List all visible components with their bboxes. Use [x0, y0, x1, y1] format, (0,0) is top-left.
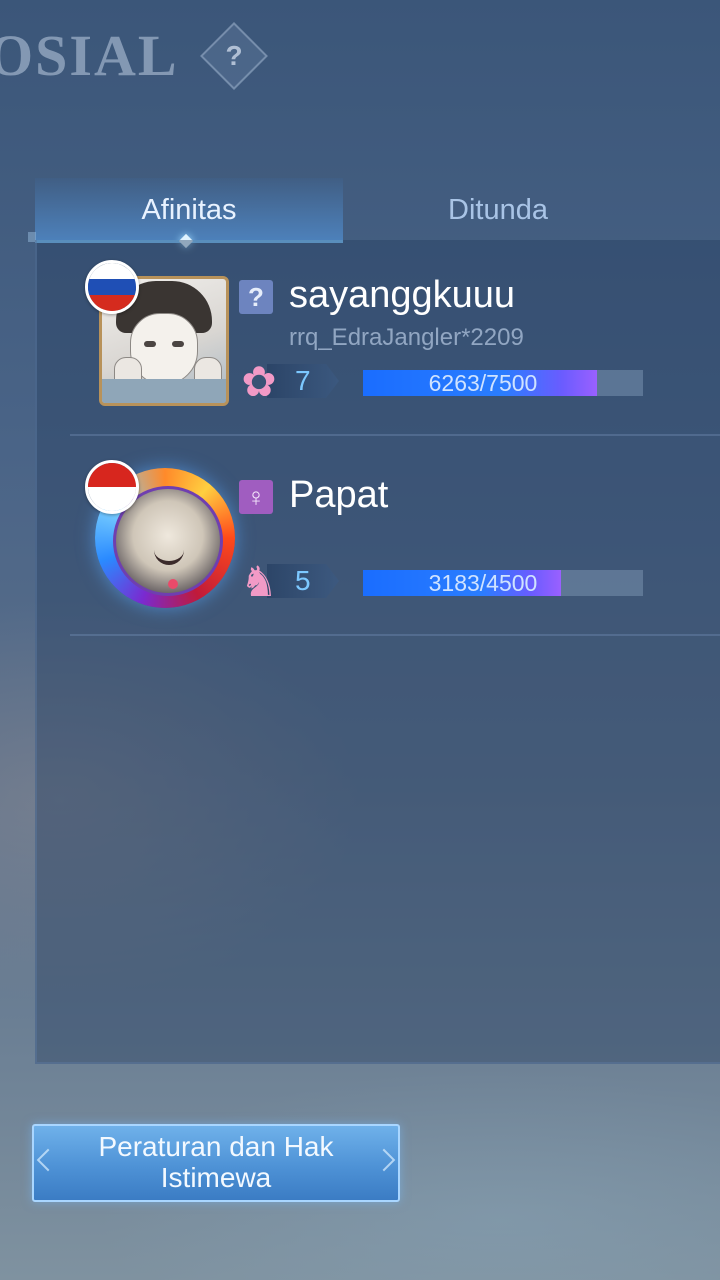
tab-bar: Afinitas Ditunda: [35, 178, 720, 249]
page-title: OSIAL: [0, 23, 179, 88]
rules-and-privileges-button[interactable]: Peraturan dan Hak Istimewa: [32, 1124, 400, 1202]
tab-ditunda[interactable]: Ditunda: [343, 178, 653, 240]
female-icon: ♀: [239, 480, 273, 514]
avatar-eye: [144, 341, 156, 347]
question-icon: ?: [225, 40, 243, 71]
friend-row[interactable]: ♀ Papat 5 ♞ 3183/4500: [37, 440, 720, 636]
friend-list-panel: ? sayanggkuuu rrq_EdraJangler*2209 7 ✿ 6…: [35, 240, 720, 1064]
affinity-progress-bar: 3183/4500: [363, 570, 643, 596]
avatar-collar: [102, 379, 226, 403]
gender-unknown-icon: ?: [239, 280, 273, 314]
affinity-progress-text: 6263/7500: [428, 370, 538, 396]
friend-row[interactable]: ? sayanggkuuu rrq_EdraJangler*2209 7 ✿ 6…: [37, 240, 720, 436]
flag-stripe: [88, 295, 136, 311]
avatar-smile: [154, 547, 184, 565]
flag-stripe: [88, 463, 136, 487]
rose-icon: ✿: [241, 358, 277, 405]
unicorn-icon: ♞: [240, 558, 278, 605]
rules-button-label-line2: Istimewa: [160, 1162, 272, 1193]
avatar-rose: [168, 579, 178, 589]
flag-stripe: [88, 279, 136, 295]
row-divider: [70, 634, 720, 636]
flag-stripe: [88, 263, 136, 279]
avatar-eye: [172, 341, 184, 347]
friend-name: Papat: [289, 474, 389, 516]
rules-button-label-line1: Peraturan dan Hak: [98, 1131, 334, 1162]
friend-subname: rrq_EdraJangler*2209: [289, 324, 524, 351]
friend-name: sayanggkuuu: [289, 274, 516, 316]
indonesia-flag-icon: [85, 460, 139, 514]
affinity-progress-text: 3183/4500: [428, 570, 538, 596]
affinity-progress-bar: 6263/7500: [363, 370, 643, 396]
tab-ditunda-label: Ditunda: [448, 194, 548, 226]
tab-afinitas[interactable]: Afinitas: [35, 178, 343, 249]
flag-stripe: [88, 487, 136, 511]
russia-flag-icon: [85, 260, 139, 314]
row-divider: [70, 434, 720, 436]
tab-afinitas-label: Afinitas: [141, 194, 237, 226]
